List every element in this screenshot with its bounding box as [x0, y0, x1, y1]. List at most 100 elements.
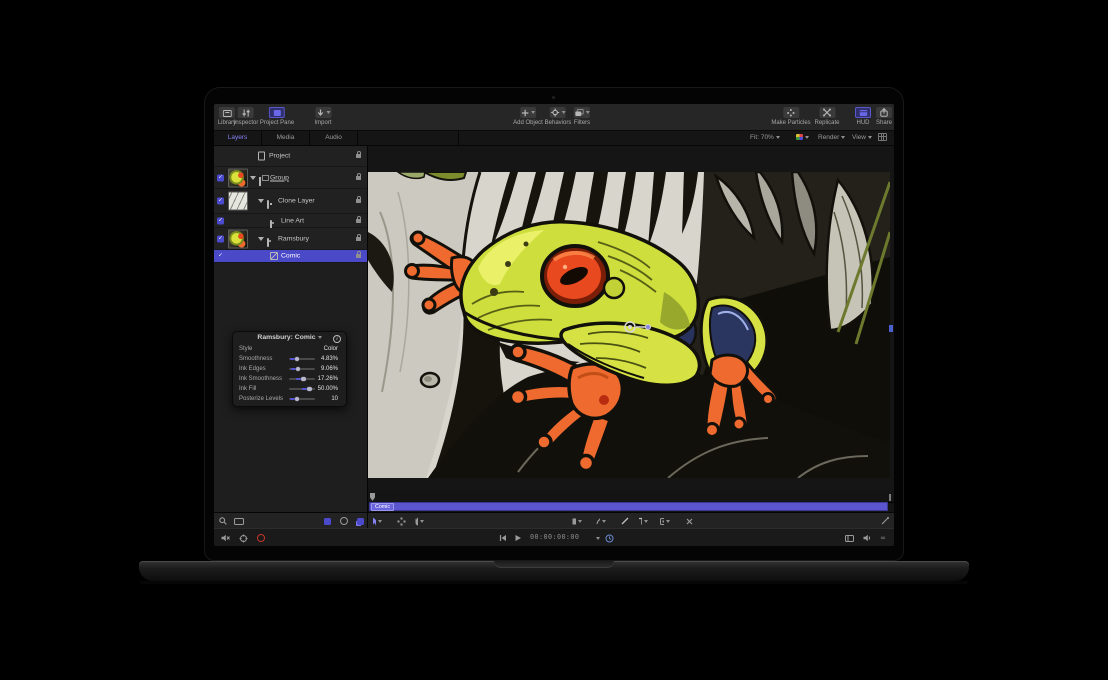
- resize-diagonal-icon[interactable]: [880, 516, 890, 526]
- share-button[interactable]: Share: [876, 107, 892, 126]
- inspector-button[interactable]: Inspector: [234, 107, 259, 126]
- slider-knob[interactable]: [307, 387, 312, 392]
- filmstrip-filter-icon[interactable]: [234, 516, 244, 526]
- layer-row[interactable]: ✓ Ramsbury: [214, 228, 367, 250]
- lock-icon[interactable]: [356, 199, 361, 203]
- layer-name: Project: [269, 153, 290, 160]
- info-icon[interactable]: i: [333, 335, 341, 343]
- rectangle-shape-tool[interactable]: [572, 516, 582, 526]
- hud-param-label: Ink Fill: [239, 386, 256, 392]
- bezier-pen-tool[interactable]: [596, 516, 606, 526]
- timeline-end-marker: [889, 494, 891, 501]
- image-mask-tool[interactable]: [660, 516, 670, 526]
- timecode-display[interactable]: 00:00:00:00: [530, 533, 590, 541]
- replicate-button[interactable]: Replicate: [814, 107, 839, 126]
- hud-panel[interactable]: Ramsbury: Comic i Style Color Smoothness…: [232, 331, 347, 407]
- view-menu[interactable]: View: [852, 131, 872, 145]
- behaviors-button[interactable]: Behaviors: [545, 107, 572, 126]
- keyframe-crosshair-icon[interactable]: [238, 533, 248, 543]
- filters-button[interactable]: Filters: [574, 107, 590, 126]
- add-object-button[interactable]: Add Object: [513, 107, 543, 126]
- hud-param-value[interactable]: 4.83%: [321, 356, 338, 362]
- zoom-fit-control[interactable]: Fit: 70%: [750, 131, 780, 145]
- layer-row[interactable]: ✓ Clone Layer: [214, 189, 367, 214]
- clock-icon[interactable]: [604, 533, 614, 543]
- layout-grid-control[interactable]: [878, 131, 887, 145]
- tab-layers[interactable]: Layers: [214, 131, 262, 145]
- pan-hand-tool[interactable]: [414, 516, 424, 526]
- hud-param-value[interactable]: Color: [324, 346, 338, 352]
- go-to-start-button[interactable]: [498, 533, 508, 543]
- speaker-icon[interactable]: [862, 533, 872, 543]
- hud-param-slider[interactable]: [289, 368, 315, 370]
- hud-param-slider[interactable]: [289, 378, 315, 380]
- make-particles-button[interactable]: Make Particles: [771, 107, 810, 126]
- timeline-clip-comic[interactable]: Comic: [369, 502, 888, 511]
- layer-checkbox[interactable]: ✓: [217, 253, 224, 260]
- slider-knob[interactable]: [295, 397, 300, 402]
- lock-icon[interactable]: [356, 219, 361, 223]
- color-channels-icon: [796, 134, 803, 140]
- layer-name: Line Art: [281, 217, 304, 224]
- hud-param-value[interactable]: 17.26%: [318, 376, 338, 382]
- canvas-image-comic-frog[interactable]: [368, 172, 890, 478]
- render-menu[interactable]: Render: [818, 131, 845, 145]
- loop-icon[interactable]: ∞: [878, 533, 888, 543]
- layer-name: Clone Layer: [278, 198, 315, 205]
- hud-param-slider[interactable]: [289, 358, 315, 360]
- slider-knob[interactable]: [295, 357, 300, 362]
- tab-media[interactable]: Media: [262, 131, 310, 145]
- lock-icon[interactable]: [356, 176, 361, 180]
- lock-icon[interactable]: [356, 254, 361, 258]
- import-button[interactable]: Import: [314, 107, 331, 126]
- lock-icon[interactable]: [356, 237, 361, 241]
- axis-tool[interactable]: [684, 516, 694, 526]
- gear-icon: [550, 107, 566, 118]
- onscreen-control-edge-handle[interactable]: [889, 325, 893, 332]
- layer-checkbox[interactable]: ✓: [217, 217, 224, 224]
- text-tool[interactable]: [638, 516, 648, 526]
- webcam-icon: [552, 96, 555, 99]
- layer-row[interactable]: ✓ Line Art: [214, 214, 367, 228]
- disclosure-triangle-icon[interactable]: [258, 199, 264, 203]
- camera-view-icon[interactable]: [844, 533, 854, 543]
- select-transform-tool[interactable]: [372, 516, 382, 526]
- record-animation-icon[interactable]: [256, 533, 266, 543]
- mute-audio-icon[interactable]: [220, 533, 230, 543]
- hud-button[interactable]: HUD: [855, 107, 871, 126]
- layer-checkbox[interactable]: ✓: [217, 235, 224, 242]
- layer-row[interactable]: ✓ Project: [214, 146, 367, 167]
- share-label: Share: [876, 120, 892, 126]
- slider-knob[interactable]: [296, 367, 301, 372]
- layer-checkbox[interactable]: ✓: [217, 198, 224, 205]
- hud-params: Style Color Smoothness 4.83% Ink Edges 9…: [233, 344, 346, 404]
- tab-audio[interactable]: Audio: [310, 131, 358, 145]
- slider-knob[interactable]: [301, 377, 306, 382]
- show-layers-icon[interactable]: [355, 516, 365, 526]
- hud-param-slider[interactable]: [289, 398, 315, 400]
- project-pane-label: Project Pane: [260, 120, 294, 126]
- hud-param-slider[interactable]: [289, 388, 315, 390]
- distort-tool[interactable]: [396, 516, 406, 526]
- play-button[interactable]: [513, 533, 523, 543]
- timecode-menu-chevron-icon[interactable]: [592, 533, 602, 543]
- show-objects-icon[interactable]: [322, 516, 332, 526]
- line-tool[interactable]: [620, 516, 630, 526]
- hud-title-chevron-icon: [318, 336, 322, 339]
- lock-icon[interactable]: [356, 154, 361, 158]
- layer-checkbox[interactable]: ✓: [217, 174, 224, 181]
- show-masks-icon[interactable]: [339, 516, 349, 526]
- hud-param-value[interactable]: 50.00%: [318, 386, 338, 392]
- layer-row[interactable]: ✓ Group: [214, 167, 367, 189]
- layer-row[interactable]: ✓ Comic: [214, 250, 367, 263]
- layers-panel: ✓ Project ✓ Group ✓ Clone Layer ✓ Line A…: [214, 146, 368, 512]
- hud-param-value[interactable]: 9.06%: [321, 366, 338, 372]
- disclosure-triangle-icon[interactable]: [250, 176, 256, 180]
- disclosure-triangle-icon[interactable]: [258, 237, 264, 241]
- hud-param-value[interactable]: 10: [331, 396, 338, 402]
- search-icon[interactable]: [218, 516, 228, 526]
- project-pane-button[interactable]: Project Pane: [260, 107, 294, 126]
- channels-control[interactable]: [796, 131, 809, 145]
- canvas-viewport[interactable]: [368, 146, 894, 491]
- playhead-icon[interactable]: [370, 493, 375, 501]
